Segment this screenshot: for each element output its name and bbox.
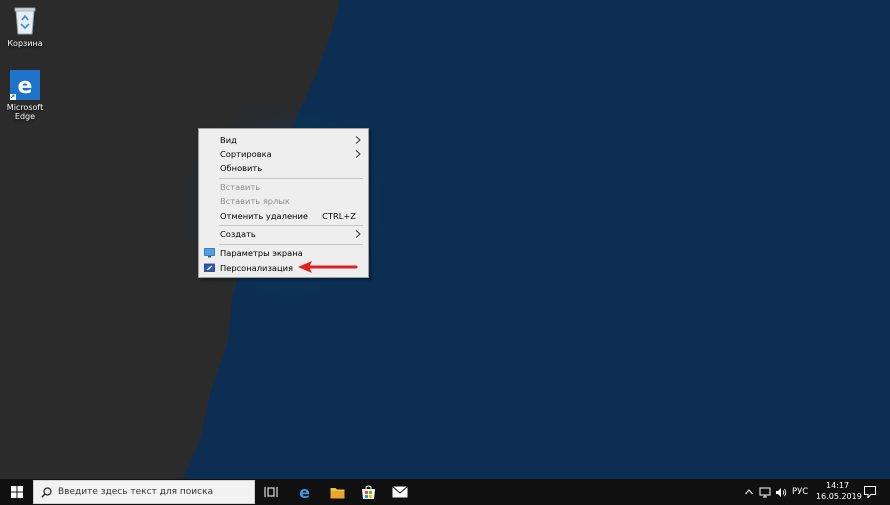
mail-button[interactable] [388, 479, 412, 505]
action-center-button[interactable] [860, 479, 880, 505]
menu-item-new[interactable]: Создать [199, 227, 368, 241]
edge-icon: e [299, 485, 310, 500]
menu-item-paste[interactable]: Вставить [199, 180, 368, 194]
wallpaper [0, 0, 890, 479]
svg-text:e: e [299, 485, 310, 500]
menu-item-label: Отменить удаление [220, 211, 308, 221]
menu-item-sort[interactable]: Сортировка [199, 147, 368, 161]
menu-item-undo-delete[interactable]: Отменить удаление CTRL+Z [199, 209, 368, 223]
input-language-indicator[interactable]: РУС [792, 487, 808, 497]
personalization-icon [204, 263, 215, 272]
menu-item-label: Персонализация [220, 263, 293, 273]
mail-icon [392, 486, 408, 498]
chevron-up-icon [745, 489, 753, 495]
search-icon [41, 487, 52, 498]
menu-item-label: Вид [220, 135, 237, 145]
menu-item-label: Параметры экрана [220, 248, 303, 258]
volume-button[interactable] [774, 479, 788, 505]
menu-item-display-settings[interactable]: Параметры экрана [199, 246, 368, 260]
display-settings-icon [204, 248, 215, 258]
network-icon [759, 487, 771, 497]
edge-taskbar-button[interactable]: e [292, 479, 316, 505]
store-button[interactable] [356, 479, 380, 505]
recycle-bin-icon [14, 7, 36, 35]
task-view-icon [264, 487, 278, 497]
menu-item-label: Вставить ярлык [220, 196, 290, 206]
edge-icon: e [10, 70, 40, 100]
taskbar: Введите здесь текст для поиска e РУС 14:… [0, 479, 890, 505]
edge-label: Microsoft Edge [6, 103, 44, 121]
annotation-arrow [298, 261, 358, 273]
menu-item-label: Вставить [220, 182, 261, 192]
menu-item-label: Создать [220, 229, 256, 239]
menu-item-shortcut: CTRL+Z [322, 211, 356, 221]
chevron-right-icon [355, 150, 361, 158]
folder-icon [330, 487, 344, 498]
menu-separator [219, 244, 363, 245]
menu-separator [219, 225, 363, 226]
store-icon [361, 485, 375, 499]
edge-desktop-icon[interactable]: e Microsoft Edge [1, 70, 49, 121]
clock-time[interactable]: 14:17 [826, 481, 849, 490]
notification-icon [864, 486, 876, 498]
desktop-context-menu: Вид Сортировка Обновить Вставить Вставит… [198, 128, 369, 278]
menu-item-label: Обновить [220, 163, 263, 173]
windows-logo-icon [10, 486, 23, 498]
chevron-right-icon [355, 230, 361, 238]
menu-item-view[interactable]: Вид [199, 133, 368, 147]
start-button[interactable] [0, 479, 33, 505]
recycle-bin-desktop-icon[interactable]: Корзина [1, 4, 49, 48]
show-hidden-icons-button[interactable] [742, 479, 756, 505]
clock-date[interactable]: 16.05.2019 [816, 492, 862, 501]
menu-item-refresh[interactable]: Обновить [199, 161, 368, 175]
desktop[interactable]: Корзина e Microsoft Edge Вид Сортировка … [0, 0, 890, 479]
menu-item-label: Сортировка [220, 149, 272, 159]
taskbar-search-box[interactable]: Введите здесь текст для поиска [33, 480, 255, 504]
svg-text:e: e [18, 74, 33, 99]
chevron-right-icon [355, 136, 361, 144]
file-explorer-button[interactable] [325, 479, 349, 505]
recycle-bin-label: Корзина [7, 39, 43, 48]
menu-item-paste-shortcut[interactable]: Вставить ярлык [199, 194, 368, 208]
search-placeholder: Введите здесь текст для поиска [58, 487, 214, 497]
network-button[interactable] [758, 479, 772, 505]
speaker-icon [776, 487, 787, 497]
menu-separator [219, 178, 363, 179]
task-view-button[interactable] [259, 479, 283, 505]
